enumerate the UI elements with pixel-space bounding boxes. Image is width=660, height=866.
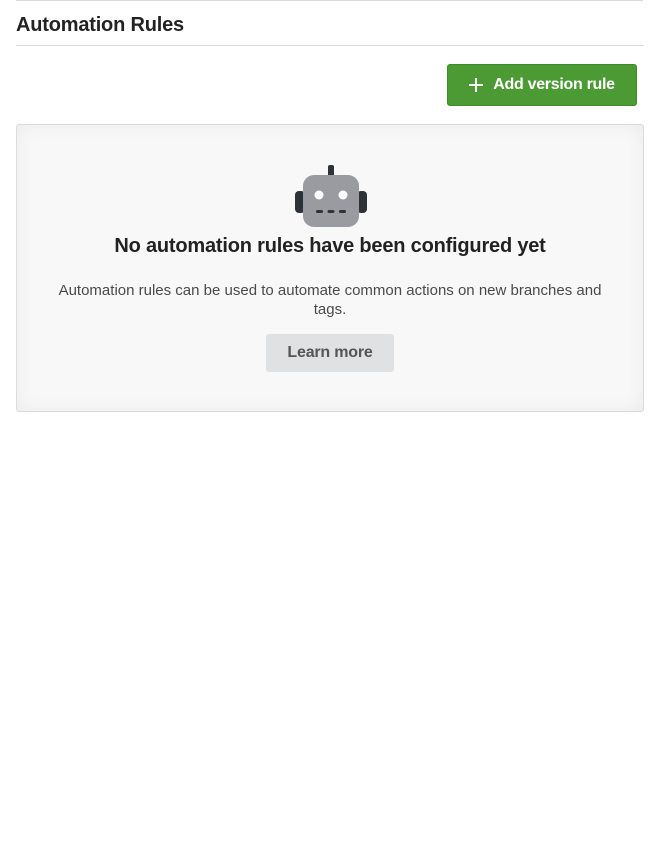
- page-title: Automation Rules: [16, 14, 184, 36]
- add-version-rule-label: Add version rule: [493, 76, 615, 93]
- empty-state-panel: No automation rules have been configured…: [16, 124, 644, 412]
- empty-state-heading: No automation rules have been configured…: [114, 235, 546, 257]
- plus-icon: [469, 78, 484, 92]
- add-version-rule-button[interactable]: Add version rule: [447, 64, 637, 106]
- automation-rules-page: Automation Rules Add version rule No aut…: [0, 0, 660, 866]
- section-header: Automation Rules: [16, 14, 644, 46]
- empty-state-description: Automation rules can be used to automate…: [58, 282, 602, 318]
- robot-icon: [295, 165, 367, 227]
- top-divider: [16, 0, 643, 1]
- learn-more-button[interactable]: Learn more: [266, 334, 394, 372]
